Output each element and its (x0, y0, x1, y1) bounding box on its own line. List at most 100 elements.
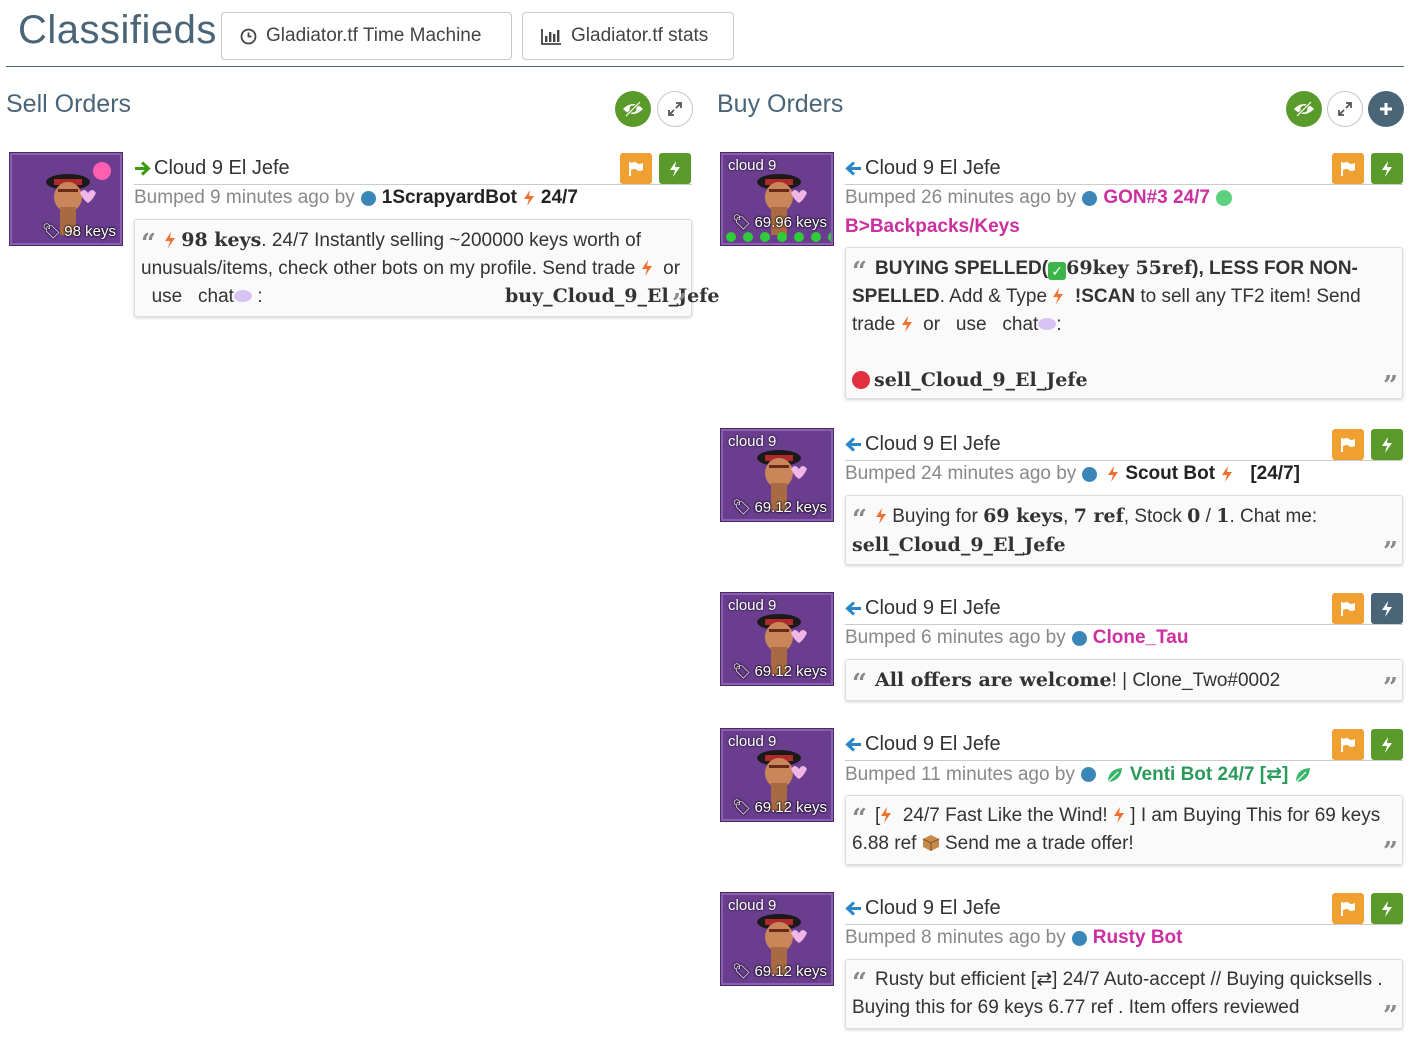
quick-trade-button[interactable] (1371, 153, 1403, 184)
plus-icon (1380, 103, 1392, 115)
lightning-icon (670, 160, 680, 177)
item-thumbnail[interactable]: cloud 9 🏷 69.12 keys (721, 593, 833, 685)
lightning-icon (1382, 160, 1392, 177)
sell-toggle-visibility-button[interactable] (615, 91, 651, 127)
report-flag-button[interactable] (1332, 893, 1364, 924)
online-status-icon (1080, 767, 1096, 782)
lightning-icon (1382, 600, 1392, 617)
bumped-info: Bumped 6 minutes ago by Clone_Tau (845, 627, 1189, 649)
report-flag-button[interactable] (1332, 593, 1364, 624)
item-price-tag: 🏷 69.12 keys (732, 662, 827, 681)
stats-button[interactable]: Gladiator.tf stats (522, 12, 734, 60)
craft-label: cloud 9 (728, 897, 777, 914)
lightning-icon (901, 316, 912, 332)
buy-expand-button[interactable] (1327, 91, 1363, 127)
page-title: Classifieds (18, 8, 217, 52)
clock-icon (240, 28, 257, 44)
lightning-icon (1382, 736, 1392, 753)
bumped-info: Bumped 8 minutes ago by Rusty Bot (845, 927, 1183, 949)
item-name-link[interactable]: Cloud 9 El Jefe (845, 157, 1001, 180)
stats-label: Gladiator.tf stats (571, 25, 709, 46)
red-orb-icon (852, 371, 870, 389)
quick-trade-button[interactable] (1371, 893, 1403, 924)
tag-icon: 🏷 (732, 963, 752, 980)
close-quote-icon: ” (1383, 537, 1398, 567)
item-price-tag: 🏷 98 keys (42, 222, 116, 241)
bar-chart-icon (541, 28, 561, 45)
craft-label: cloud 9 (728, 157, 777, 174)
flag-icon (1341, 161, 1355, 176)
lightning-icon (1382, 436, 1392, 453)
item-price-tag: 🏷 69.12 keys (732, 962, 827, 981)
buy-toggle-visibility-button[interactable] (1286, 91, 1322, 127)
listing-name-row: Cloud 9 El Jefe (845, 593, 1403, 625)
listing-name-row: Cloud 9 El Jefe (845, 729, 1403, 761)
leaf-icon (1107, 767, 1122, 782)
chat-bubble-icon (233, 290, 252, 302)
arrow-right-icon (135, 161, 151, 176)
tag-icon: 🏷 (732, 663, 752, 680)
item-thumbnail[interactable]: cloud 9 🏷 69.12 keys (721, 429, 833, 521)
check-mark-icon: ✓ (1048, 262, 1067, 280)
listing-comment: “ 98 keys. 24/7 Instantly selling ~20000… (134, 219, 720, 319)
bumped-info: Bumped 24 minutes ago by Scout Bot [24/7… (845, 463, 1300, 485)
expand-icon (1338, 102, 1352, 116)
craft-label: cloud 9 (728, 733, 777, 750)
buyer-name-link[interactable]: Venti Bot 24/7 [⇄] (1106, 763, 1312, 786)
arrow-left-icon (845, 601, 861, 616)
item-name-link[interactable]: Cloud 9 El Jefe (845, 897, 1001, 920)
lightning-icon (875, 508, 886, 524)
eye-slash-icon (1294, 101, 1314, 117)
listing-name-row: Cloud 9 El Jefe (845, 429, 1403, 461)
item-thumbnail[interactable]: cloud 9 🏷 69.96 keys (721, 153, 833, 245)
item-name-link[interactable]: Cloud 9 El Jefe (845, 733, 1001, 756)
close-quote-icon: ” (1383, 1001, 1398, 1031)
seller-name-link[interactable]: 1ScrapyardBot 24/7 (382, 187, 578, 209)
item-name-link[interactable]: Cloud 9 El Jefe (845, 433, 1001, 456)
buy-orders-heading: Buy Orders (717, 90, 844, 118)
close-quote-icon: ” (1383, 673, 1398, 703)
item-thumbnail[interactable]: 🏷 98 keys (10, 153, 122, 245)
craft-label: cloud 9 (728, 597, 777, 614)
quick-trade-button[interactable] (1371, 593, 1403, 624)
time-machine-label: Gladiator.tf Time Machine (266, 25, 482, 46)
buyer-name-link[interactable]: Rusty Bot (1093, 927, 1183, 949)
quick-trade-button[interactable] (1371, 429, 1403, 460)
report-flag-button[interactable] (1332, 153, 1364, 184)
expand-icon (668, 102, 682, 116)
buyer-name-link[interactable]: GON#3 24/7 (1103, 187, 1232, 209)
add-buy-order-button[interactable] (1368, 91, 1404, 127)
report-flag-button[interactable] (620, 153, 652, 184)
arrow-left-icon (845, 737, 861, 752)
page-header: Classifieds Gladiator.tf Time Machine Gl… (6, 0, 1404, 67)
flag-icon (1341, 437, 1355, 452)
lightning-icon (881, 807, 892, 823)
item-name-link[interactable]: Cloud 9 El Jefe (845, 597, 1001, 620)
bumped-info: Bumped 26 minutes ago by GON#3 24/7 (845, 187, 1232, 209)
time-machine-button[interactable]: Gladiator.tf Time Machine (221, 12, 512, 60)
quick-trade-button[interactable] (1371, 729, 1403, 760)
user-ribbon: B>Backpacks/Keys (845, 216, 1020, 237)
close-quote-icon: ” (672, 289, 687, 319)
bumped-info: Bumped 11 minutes ago by Venti Bot 24/7 … (845, 763, 1312, 786)
listing-name-row: Cloud 9 El Jefe (845, 893, 1403, 925)
craft-label: cloud 9 (728, 433, 777, 450)
listing-comment: “BUYING SPELLED(✓ 69key 55ref), LESS FOR … (845, 247, 1403, 399)
lightning-icon (523, 190, 534, 206)
green-orb-icon (1215, 190, 1232, 206)
sell-orders-heading: Sell Orders (6, 90, 132, 118)
item-price-tag: 🏷 69.12 keys (732, 498, 827, 517)
report-flag-button[interactable] (1332, 729, 1364, 760)
item-name-link[interactable]: Cloud 9 El Jefe (134, 157, 290, 180)
flag-icon (1341, 601, 1355, 616)
buyer-name-link[interactable]: Scout Bot [24/7] (1107, 463, 1300, 485)
tag-icon: 🏷 (732, 214, 752, 231)
report-flag-button[interactable] (1332, 429, 1364, 460)
item-thumbnail[interactable]: cloud 9 🏷 69.12 keys (721, 729, 833, 821)
sell-expand-button[interactable] (657, 91, 693, 127)
spell-dots (726, 232, 831, 242)
quick-trade-button[interactable] (659, 153, 691, 184)
buyer-name-link[interactable]: Clone_Tau (1093, 627, 1189, 649)
trade-command: buy_Cloud_9_El_Jefe (505, 285, 720, 307)
item-thumbnail[interactable]: cloud 9 🏷 69.12 keys (721, 893, 833, 985)
